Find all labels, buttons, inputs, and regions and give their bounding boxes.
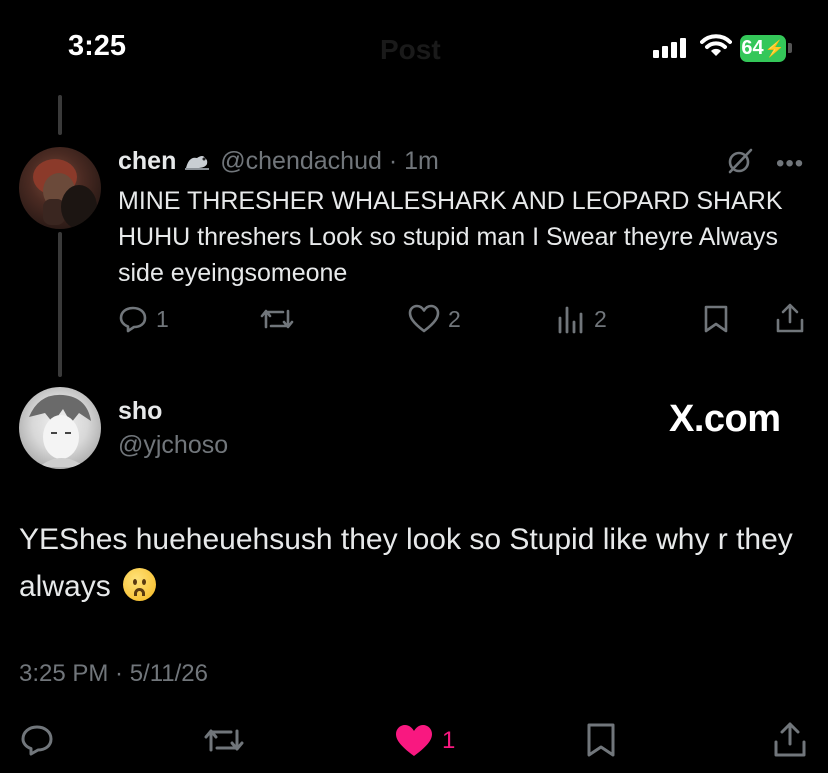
charging-bolt-icon: ⚡ xyxy=(764,40,785,58)
reply-like-button[interactable]: 2 xyxy=(408,304,461,334)
post-author-name[interactable]: sho xyxy=(118,397,162,426)
reply-reply-count: 1 xyxy=(156,305,169,332)
post-timestamp: 3:25 PM · 5/11/26 xyxy=(19,660,208,687)
more-options-icon[interactable]: ••• xyxy=(776,150,804,178)
battery-level: 64 xyxy=(741,37,764,59)
post-like-count: 1 xyxy=(442,727,456,754)
cellular-signal-icon xyxy=(653,38,686,58)
post-like-button[interactable]: 1 xyxy=(394,723,455,759)
xcom-watermark: X.com xyxy=(669,398,781,440)
post-share-button[interactable] xyxy=(772,720,808,758)
share-icon xyxy=(774,722,806,757)
reply-age: · 1m xyxy=(381,147,439,175)
battery-tip xyxy=(788,43,792,53)
post-repost-button[interactable] xyxy=(202,723,246,757)
thread-connector xyxy=(58,232,62,377)
avatar-chen[interactable] xyxy=(19,147,101,229)
post-reply-button[interactable] xyxy=(19,723,55,757)
status-time: 3:25 xyxy=(68,30,127,62)
avatar-sho[interactable] xyxy=(19,387,101,469)
reply-author-name[interactable]: chen xyxy=(118,147,176,175)
reply-reply-button[interactable]: 1 xyxy=(118,304,169,334)
reply-views-count: 2 xyxy=(594,305,607,332)
reply-icon xyxy=(119,306,147,333)
reply-repost-button[interactable] xyxy=(258,304,296,334)
reply-like-count: 2 xyxy=(448,305,461,332)
grok-icon[interactable] xyxy=(726,147,754,180)
reply-author-handle[interactable]: @chendachud xyxy=(220,147,382,175)
heart-outline-icon xyxy=(408,304,440,333)
repost-icon xyxy=(260,309,294,329)
seal-emoji-icon xyxy=(183,150,213,179)
bookmark-icon xyxy=(704,305,728,333)
reply-author-line: chen @chendachud · 1m xyxy=(118,147,439,179)
reply-icon xyxy=(21,725,53,756)
share-icon xyxy=(776,303,804,333)
repost-icon xyxy=(204,729,244,752)
header-title: Post xyxy=(380,34,441,65)
post-text-container: YEShes hueheuehsush they look so Stupid … xyxy=(19,516,809,610)
reply-bookmark-button[interactable] xyxy=(703,304,729,334)
battery-indicator: 64 ⚡ xyxy=(740,35,786,62)
reply-views-button[interactable]: 2 xyxy=(556,304,607,334)
post-author-handle[interactable]: @yjchoso xyxy=(118,431,228,460)
views-icon xyxy=(558,306,583,334)
reply-share-button[interactable] xyxy=(775,302,805,334)
reply-text: MINE THRESHER WHALESHARK AND LEOPARD SHA… xyxy=(118,187,783,287)
post-bookmark-button[interactable] xyxy=(585,722,617,758)
frowning-face-emoji-icon xyxy=(123,568,157,601)
wifi-icon xyxy=(700,34,732,63)
heart-filled-icon xyxy=(396,725,432,756)
bookmark-icon xyxy=(587,723,615,757)
thread-connector-top xyxy=(58,95,62,135)
